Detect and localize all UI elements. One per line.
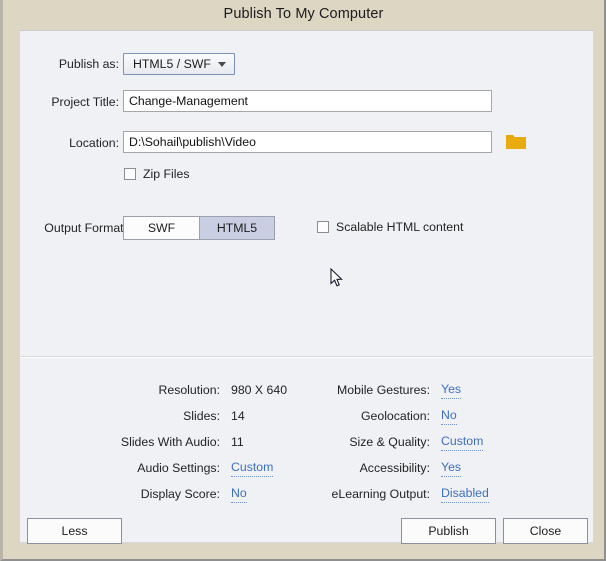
location-input[interactable] (123, 131, 492, 153)
info-label-slides-with-audio: Slides With Audio: (120, 435, 220, 449)
dialog-titlebar: Publish To My Computer (3, 0, 604, 28)
zip-files-checkbox-box[interactable] (124, 168, 136, 180)
info-link-mobile-gestures[interactable]: Yes (441, 380, 462, 399)
info-row-slides-with-audio: Slides With Audio: (110, 432, 220, 452)
info-link-size-quality[interactable]: Custom (441, 432, 484, 451)
browse-folder-button[interactable] (505, 132, 527, 152)
info-label-size-quality: Size & Quality: (349, 435, 430, 449)
publish-button[interactable]: Publish (401, 518, 496, 544)
info-label-mobile-gestures: Mobile Gestures: (337, 383, 430, 397)
info-value-slides: 14 (231, 409, 245, 423)
panel-divider-highlight (21, 357, 594, 358)
less-button[interactable]: Less (27, 518, 122, 544)
publish-as-dropdown[interactable]: HTML5 / SWF (123, 53, 235, 75)
output-format-option-swf[interactable]: SWF (124, 217, 199, 239)
info-row-resolution: Resolution: (110, 380, 220, 400)
output-format-option-html5[interactable]: HTML5 (199, 217, 274, 239)
info-label-elearning-output: eLearning Output: (331, 487, 430, 501)
info-link-geolocation[interactable]: No (441, 406, 457, 425)
publish-as-row: Publish as: HTML5 / SWF (20, 52, 593, 76)
info-label-accessibility: Accessibility: (359, 461, 430, 475)
scalable-html-label: Scalable HTML content (336, 220, 464, 234)
project-title-input[interactable] (123, 90, 492, 112)
info-row-accessibility: Accessibility: (320, 458, 430, 478)
output-format-row: Output Format: SWF HTML5 Scalable HTML c… (20, 216, 593, 240)
info-label-geolocation: Geolocation: (360, 409, 430, 423)
info-label-audio-settings: Audio Settings: (137, 461, 220, 475)
location-label: Location: (69, 136, 119, 150)
scalable-html-checkbox-box[interactable] (317, 221, 329, 233)
info-link-audio-settings[interactable]: Custom (231, 458, 274, 477)
info-label-slides: Slides: (183, 409, 220, 423)
dialog-title: Publish To My Computer (223, 6, 384, 22)
location-row: Location: (20, 131, 593, 155)
info-row-size-quality: Size & Quality: (320, 432, 430, 452)
info-link-accessibility[interactable]: Yes (441, 458, 462, 477)
dialog-panel: Publish as: HTML5 / SWF Project Title: L… (19, 30, 594, 544)
info-value-slides-with-audio: 11 (231, 435, 244, 449)
publish-dialog: Publish To My Computer Publish as: HTML5… (0, 0, 606, 561)
info-link-display-score[interactable]: No (231, 484, 247, 503)
output-format-segmented-control[interactable]: SWF HTML5 (123, 216, 275, 240)
info-row-mobile-gestures: Mobile Gestures: (320, 380, 430, 400)
info-row-elearning-output: eLearning Output: (320, 484, 430, 504)
info-row-audio-settings: Audio Settings: (110, 458, 220, 478)
info-value-resolution: 980 X 640 (231, 383, 288, 397)
output-format-label: Output Format: (44, 221, 127, 235)
publish-as-label: Publish as: (58, 57, 119, 71)
zip-files-label: Zip Files (143, 167, 190, 181)
chevron-down-icon (218, 62, 226, 67)
info-link-elearning-output[interactable]: Disabled (441, 484, 489, 503)
project-title-label: Project Title: (51, 95, 119, 109)
info-row-display-score: Display Score: (110, 484, 220, 504)
info-label-resolution: Resolution: (158, 383, 220, 397)
info-label-display-score: Display Score: (140, 487, 220, 501)
publish-as-value: HTML5 / SWF (133, 57, 211, 71)
project-title-row: Project Title: (20, 90, 593, 114)
info-row-slides: Slides: (110, 406, 220, 426)
close-button[interactable]: Close (503, 518, 588, 544)
info-row-geolocation: Geolocation: (320, 406, 430, 426)
folder-icon (506, 135, 526, 149)
